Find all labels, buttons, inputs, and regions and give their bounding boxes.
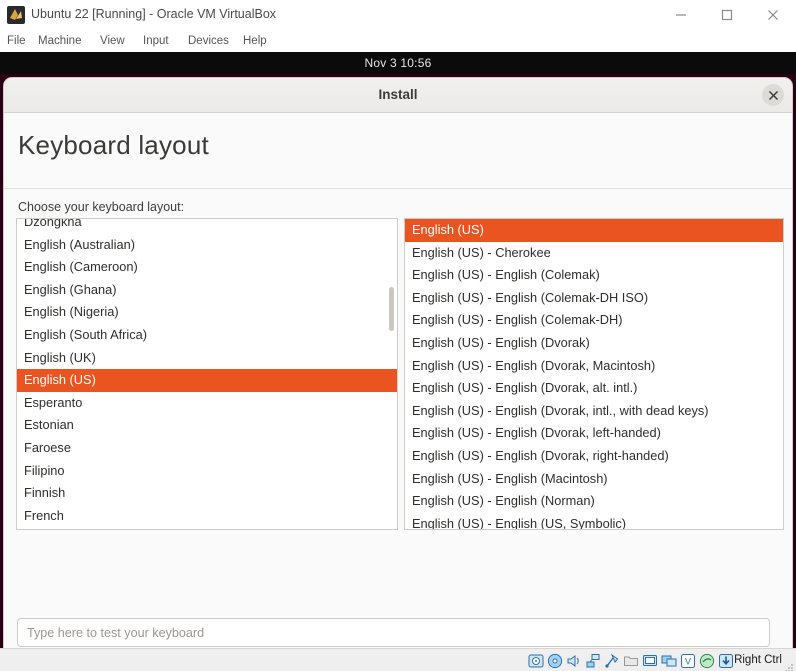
- install-dialog: Install Keyboard layout Choose your keyb…: [4, 78, 792, 648]
- menu-devices[interactable]: Devices: [188, 32, 229, 50]
- layout-list-item[interactable]: Finnish: [17, 482, 397, 505]
- layout-list-item[interactable]: English (Cameroon): [17, 256, 397, 279]
- screenshot-root: Ubuntu 22 [Running] - Oracle VM VirtualB…: [0, 0, 796, 671]
- dialog-title: Install: [378, 87, 418, 102]
- menu-help[interactable]: Help: [243, 32, 267, 50]
- title-divider: [4, 188, 792, 189]
- usb-icon[interactable]: [604, 653, 620, 669]
- variant-list-item[interactable]: English (US) - English (Colemak-DH ISO): [405, 287, 783, 310]
- variant-list-item[interactable]: English (US) - English (Macintosh): [405, 468, 783, 491]
- variant-list-item[interactable]: English (US) - English (Dvorak, alt. int…: [405, 377, 783, 400]
- remote-desktop-icon[interactable]: [661, 653, 677, 669]
- variant-list-item[interactable]: English (US) - English (Norman): [405, 490, 783, 513]
- host-menubar: File Machine View Input Devices Help: [0, 30, 796, 52]
- layout-list-item[interactable]: English (Ghana): [17, 279, 397, 302]
- variant-list-item[interactable]: English (US) - English (Colemak-DH): [405, 309, 783, 332]
- virtualbox-icon: [7, 6, 25, 24]
- guest-screen: Nov 3 10:56 Install Keyboard layout Choo…: [0, 52, 796, 648]
- layout-list-item[interactable]: English (South Africa): [17, 324, 397, 347]
- layout-list-item[interactable]: Faroese: [17, 437, 397, 460]
- variant-list-item[interactable]: English (US) - English (US, Symbolic): [405, 513, 783, 529]
- host-window-title: Ubuntu 22 [Running] - Oracle VM VirtualB…: [31, 7, 277, 21]
- host-key-label: Right Ctrl: [734, 654, 782, 666]
- variant-list-item[interactable]: English (US): [405, 219, 783, 242]
- choose-layout-label: Choose your keyboard layout:: [18, 200, 185, 214]
- menu-view[interactable]: View: [100, 32, 125, 50]
- layout-list-item[interactable]: Esperanto: [17, 392, 397, 415]
- variant-list-item[interactable]: English (US) - English (Dvorak, Macintos…: [405, 355, 783, 378]
- close-icon: [768, 90, 778, 100]
- menu-machine[interactable]: Machine: [38, 32, 81, 50]
- layout-list-item[interactable]: English (UK): [17, 347, 397, 370]
- close-icon[interactable]: [750, 0, 796, 30]
- layout-list-item[interactable]: English (Australian): [17, 234, 397, 257]
- shared-folders-icon[interactable]: [623, 653, 639, 669]
- minimize-icon[interactable]: [658, 0, 704, 30]
- display-icon[interactable]: [642, 653, 658, 669]
- layout-list-item[interactable]: Filipino: [17, 460, 397, 483]
- keyboard-test-input[interactable]: [17, 618, 770, 647]
- host-window-titlebar: Ubuntu 22 [Running] - Oracle VM VirtualB…: [0, 0, 796, 30]
- audio-icon[interactable]: [566, 653, 582, 669]
- mouse-integration-icon[interactable]: [699, 653, 715, 669]
- video-capture-icon[interactable]: V: [680, 653, 696, 669]
- dialog-titlebar: Install: [4, 78, 792, 113]
- keyboard-variant-list[interactable]: English (US) English (US) - Cherokee Engli…: [404, 218, 784, 530]
- resize-grip[interactable]: [784, 660, 794, 671]
- layout-list-item[interactable]: Estonian: [17, 414, 397, 437]
- layout-list-item[interactable]: English (Nigeria): [17, 301, 397, 324]
- variant-list-item[interactable]: English (US) - English (Dvorak): [405, 332, 783, 355]
- status-icon-group: V: [528, 651, 734, 670]
- keyboard-layout-list[interactable]: Dzongkha English (Australian) English (Cam…: [16, 218, 398, 530]
- maximize-icon[interactable]: [704, 0, 750, 30]
- network-icon[interactable]: [585, 653, 601, 669]
- variant-list-item[interactable]: English (US) - English (Dvorak, right-ha…: [405, 445, 783, 468]
- page-title: Keyboard layout: [18, 130, 209, 160]
- keyboard-capture-icon[interactable]: [718, 653, 734, 669]
- layout-list-item[interactable]: English (US): [17, 369, 397, 392]
- menu-file[interactable]: File: [7, 32, 26, 50]
- variant-list-item[interactable]: English (US) - English (Colemak): [405, 264, 783, 287]
- layout-list-scrollbar[interactable]: [389, 287, 394, 331]
- variant-list-item[interactable]: English (US) - English (Dvorak, intl., w…: [405, 400, 783, 423]
- gnome-top-bar: Nov 3 10:56: [0, 52, 796, 74]
- optical-disk-icon[interactable]: [547, 653, 563, 669]
- dialog-close-button[interactable]: [762, 84, 784, 106]
- variant-list-item[interactable]: English (US) - Cherokee: [405, 242, 783, 265]
- layout-list-item[interactable]: French: [17, 505, 397, 528]
- variant-list-item[interactable]: English (US) - English (Dvorak, left-han…: [405, 422, 783, 445]
- host-statusbar: V Right Ctrl: [0, 648, 796, 671]
- hard-disk-icon[interactable]: [528, 653, 544, 669]
- svg-text:V: V: [685, 656, 691, 666]
- clock[interactable]: Nov 3 10:56: [0, 52, 796, 74]
- layout-list-item[interactable]: Dzongkha: [17, 219, 397, 234]
- menu-input[interactable]: Input: [143, 32, 169, 50]
